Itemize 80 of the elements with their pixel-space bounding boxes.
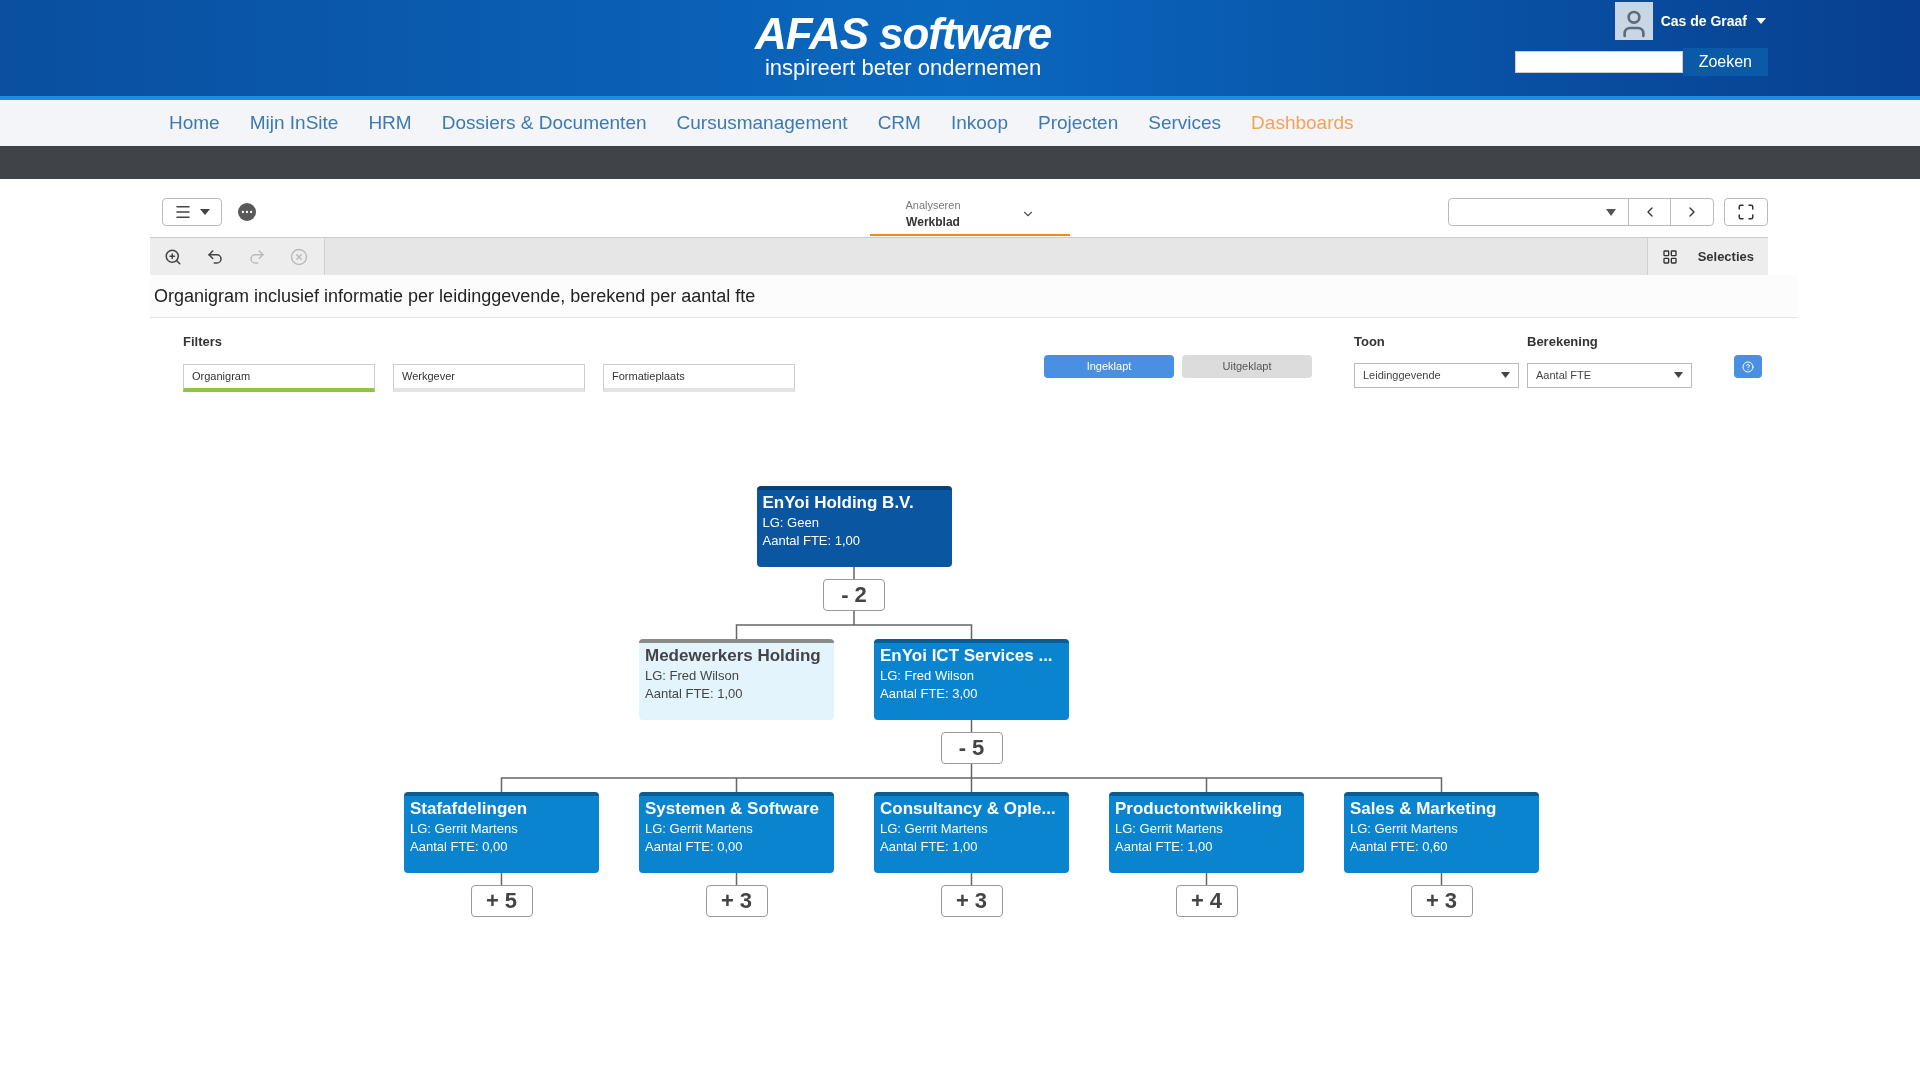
nav-link[interactable]: Services	[1148, 108, 1222, 138]
node-fte: Aantal FTE: 1,00	[762, 531, 862, 550]
tab-title: Werkblad	[906, 214, 960, 232]
node-name: Consultancy & Ople...	[880, 797, 1057, 820]
node-name: Systemen & Software	[645, 797, 820, 820]
dropdown-arrow-icon	[1501, 372, 1510, 378]
menu-button[interactable]	[162, 198, 222, 226]
org-node[interactable]: Productontwikkeling LG: Gerrit Martens Aantal FTE: 1,00	[1109, 791, 1304, 873]
node-name: EnYoi Holding B.V.	[762, 491, 915, 514]
filters-label: Filters	[183, 333, 223, 351]
dropdown-arrow-icon	[1606, 208, 1616, 216]
org-node[interactable]: Medewerkers Holding LG: Fred Wilson Aantal FTE: 1,00	[639, 638, 834, 720]
dropdown-field[interactable]: Leidinggevende	[1354, 362, 1519, 388]
dropdown-arrow-icon	[1674, 372, 1683, 378]
node-fte: Aantal FTE: 1,00	[880, 837, 979, 856]
node-manager: LG: Gerrit Martens	[645, 819, 754, 838]
node-fte: Aantal FTE: 0,60	[1350, 837, 1449, 856]
node-manager: LG: Fred Wilson	[880, 666, 975, 685]
node-fte: Aantal FTE: 1,00	[1115, 837, 1214, 856]
node-name: Sales & Marketing	[1350, 797, 1498, 820]
org-node[interactable]: Systemen & Software LG: Gerrit Martens Aantal FTE: 0,00	[639, 791, 834, 873]
dropdown-label: Berekening	[1527, 333, 1599, 351]
node-name: Productontwikkeling	[1115, 797, 1284, 820]
nav-link[interactable]: HRM	[368, 108, 412, 138]
node-fte: Aantal FTE: 1,00	[645, 684, 744, 703]
expand-toggle[interactable]: + 4	[1175, 884, 1238, 917]
node-fte: Aantal FTE: 3,00	[880, 684, 979, 703]
nav-link[interactable]: Mijn InSite	[249, 108, 339, 138]
expand-toggle[interactable]: + 3	[705, 884, 768, 917]
node-manager: LG: Gerrit Martens	[880, 819, 989, 838]
nav-link[interactable]: Projecten	[1037, 108, 1119, 138]
nav-link[interactable]: Cursusmanagement	[676, 108, 848, 138]
caret-icon	[200, 209, 210, 215]
node-name: Medewerkers Holding	[645, 644, 822, 667]
node-manager: LG: Gerrit Martens	[1115, 819, 1224, 838]
nav-link[interactable]: Inkoop	[950, 108, 1008, 138]
node-fte: Aantal FTE: 0,00	[410, 837, 509, 856]
fullscreen-icon	[1737, 203, 1755, 221]
node-manager: LG: Fred Wilson	[645, 666, 740, 685]
smart-search-icon[interactable]	[164, 247, 182, 266]
node-manager: LG: Geen	[762, 513, 820, 532]
logo-title: AFAS software	[755, 12, 1052, 56]
grid-icon	[1661, 248, 1678, 265]
expand-toggle[interactable]: - 5	[940, 731, 1003, 764]
nav-link[interactable]: CRM	[877, 108, 921, 138]
tab-caption: Analyseren	[905, 197, 961, 213]
expand-toggle[interactable]: + 3	[940, 884, 1003, 917]
nav-link[interactable]: Dossiers & Documenten	[441, 108, 647, 138]
org-node[interactable]: Consultancy & Ople... LG: Gerrit Martens Aantal FTE: 1,00	[874, 791, 1069, 873]
org-node[interactable]: EnYoi ICT Services ... LG: Fred Wilson Aantal FTE: 3,00	[874, 638, 1069, 720]
node-fte: Aantal FTE: 0,00	[645, 837, 744, 856]
user-name[interactable]: Cas de Graaf	[1660, 10, 1747, 32]
selections-button[interactable]: Selecties	[1646, 238, 1768, 275]
expand-toggle[interactable]: - 2	[823, 578, 885, 611]
node-name: EnYoi ICT Services ...	[880, 644, 1054, 667]
back-icon[interactable]	[206, 247, 224, 266]
help-icon	[1742, 360, 1754, 373]
avatar[interactable]	[1614, 2, 1653, 40]
search-field[interactable]	[1514, 51, 1683, 73]
node-manager: LG: Gerrit Martens	[410, 819, 519, 838]
dropdown-label: Toon	[1354, 333, 1386, 351]
filter-listbox[interactable]: Organigram	[183, 363, 375, 392]
filter-listbox[interactable]: Werkgever	[393, 363, 585, 392]
logo-tagline: inspireert beter ondernemen	[764, 56, 1042, 80]
caret-icon[interactable]	[1755, 17, 1767, 25]
expand-toggle[interactable]: + 5	[470, 884, 533, 917]
org-node[interactable]: EnYoi Holding B.V. LG: Geen Aantal FTE: 1,00	[756, 485, 952, 567]
menu-icon	[174, 203, 192, 221]
node-manager: LG: Gerrit Martens	[1350, 819, 1459, 838]
search-button[interactable]: Zoeken	[1682, 48, 1768, 76]
filter-listbox[interactable]: Formatieplaats	[603, 363, 795, 392]
more-icon[interactable]	[238, 203, 256, 221]
view-toggle-button[interactable]: Uitgeklapt	[1182, 355, 1312, 378]
dropdown-field[interactable]: Aantal FTE	[1527, 362, 1692, 388]
nav-link[interactable]: Home	[169, 108, 220, 138]
fullscreen-button[interactable]	[1724, 198, 1768, 226]
org-node[interactable]: Stafafdelingen LG: Gerrit Martens Aantal FTE: 0,00	[404, 791, 599, 873]
expand-toggle[interactable]: + 3	[1410, 884, 1473, 917]
node-name: Stafafdelingen	[410, 797, 529, 820]
org-node[interactable]: Sales & Marketing LG: Gerrit Martens Aantal FTE: 0,60	[1344, 791, 1539, 873]
